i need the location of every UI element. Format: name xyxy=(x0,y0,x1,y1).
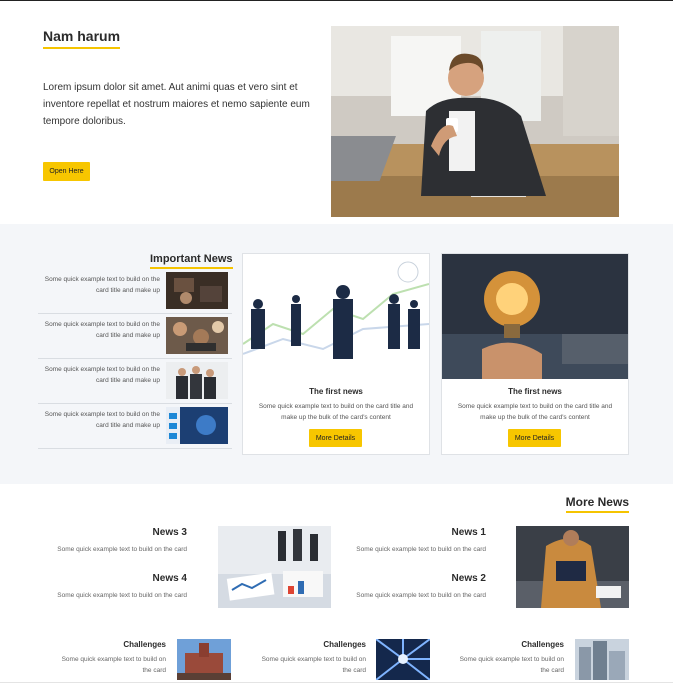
challenge-text: Some quick example text to build on the … xyxy=(459,656,564,674)
news-text: Some quick example text to build on the … xyxy=(356,546,486,553)
hero-image xyxy=(331,26,619,217)
list-item[interactable]: Some quick example text to build on the … xyxy=(38,270,232,314)
list-item-text: Some quick example text to build on the … xyxy=(44,366,160,384)
list-item-image xyxy=(166,362,228,399)
news-card: The first news Some quick example text t… xyxy=(441,253,629,455)
card-image xyxy=(243,254,429,379)
list-item-image xyxy=(166,272,228,309)
news-title[interactable]: News 1 xyxy=(356,527,486,538)
news-title[interactable]: News 3 xyxy=(57,527,187,538)
card-image xyxy=(442,254,628,379)
news-text: Some quick example text to build on the … xyxy=(356,592,486,599)
challenge-title[interactable]: Challenges xyxy=(454,640,564,649)
card-text: Some quick example text to build on the … xyxy=(258,403,414,421)
hero-text: Lorem ipsum dolor sit amet. Aut animi qu… xyxy=(43,82,310,127)
news-card: The first news Some quick example text t… xyxy=(242,253,430,455)
news-text: Some quick example text to build on the … xyxy=(57,592,187,599)
challenge-image xyxy=(575,639,629,680)
challenge-image xyxy=(177,639,231,680)
list-item-image xyxy=(166,317,228,354)
more-news-section: More News News 3 Some quick example text… xyxy=(0,484,673,683)
list-item[interactable]: Some quick example text to build on the … xyxy=(38,360,232,404)
important-news-title: Important News xyxy=(150,253,233,269)
list-item[interactable]: Some quick example text to build on the … xyxy=(38,315,232,359)
news-image xyxy=(516,526,629,608)
important-news-section: Important News Some quick example text t… xyxy=(0,224,673,484)
card-title: The first news xyxy=(508,387,562,396)
card-text: Some quick example text to build on the … xyxy=(457,403,613,421)
hero-section: Nam harum Lorem ipsum dolor sit amet. Au… xyxy=(0,1,673,223)
challenge-title[interactable]: Challenges xyxy=(256,640,366,649)
card-title: The first news xyxy=(309,387,363,396)
more-details-button[interactable]: More Details xyxy=(309,429,362,447)
open-here-button[interactable]: Open Here xyxy=(43,162,90,181)
challenge-image xyxy=(376,639,430,680)
more-news-title: More News xyxy=(565,495,629,513)
list-item-image xyxy=(166,407,228,444)
challenge-text: Some quick example text to build on the … xyxy=(61,656,166,674)
challenge-title[interactable]: Challenges xyxy=(56,640,166,649)
challenge-text: Some quick example text to build on the … xyxy=(261,656,366,674)
more-details-button[interactable]: More Details xyxy=(508,429,561,447)
list-item-text: Some quick example text to build on the … xyxy=(44,411,160,429)
news-title[interactable]: News 2 xyxy=(356,573,486,584)
list-item-text: Some quick example text to build on the … xyxy=(44,321,160,339)
news-text: Some quick example text to build on the … xyxy=(57,546,187,553)
list-item-text: Some quick example text to build on the … xyxy=(44,276,160,294)
hero-title: Nam harum xyxy=(43,28,121,49)
news-image xyxy=(218,526,331,608)
news-title[interactable]: News 4 xyxy=(57,573,187,584)
list-item[interactable]: Some quick example text to build on the … xyxy=(38,405,232,449)
